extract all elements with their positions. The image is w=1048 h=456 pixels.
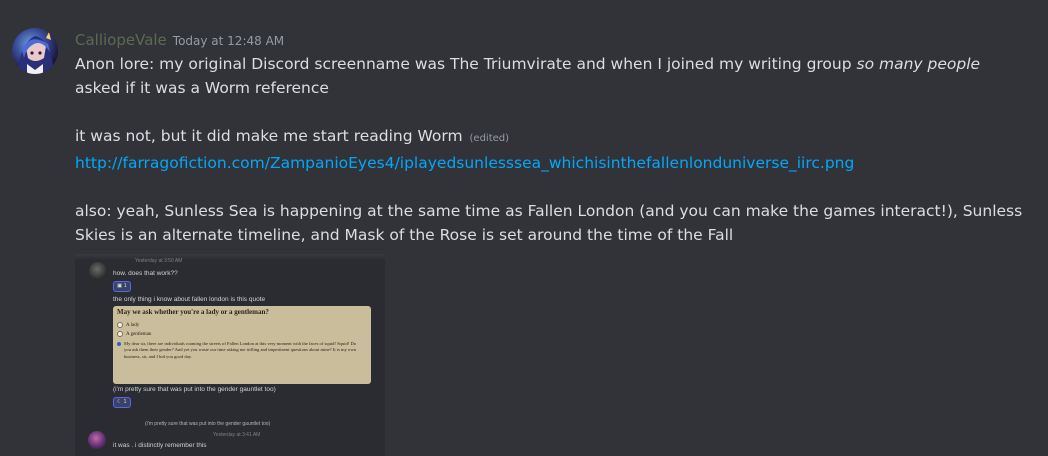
reaction-count-2: 1	[123, 399, 127, 405]
message-line-link: http://farragofiction.com/ZampanioEyes4/…	[75, 151, 1030, 175]
timestamp[interactable]: Today at 12:48 AM	[173, 34, 284, 48]
embed-avatar-2	[88, 431, 106, 449]
line1-text-end: asked if it was a Worm reference	[75, 79, 329, 97]
embed-msg-2: the only thing i know about fallen londo…	[113, 296, 266, 303]
radio-icon	[117, 331, 123, 337]
embed-meta-1: Yesterday at 3:50 AM	[135, 258, 183, 264]
embed-meta-2: Yesterday at 3:41 AM	[213, 432, 261, 438]
radio-selected-icon	[117, 342, 121, 346]
embed-top-strip	[75, 254, 385, 260]
embedded-image[interactable]: Yesterday at 3:50 AM how. does that work…	[75, 254, 385, 456]
moon-icon: ☾	[117, 399, 122, 405]
quiz-option-2: A gentleman	[117, 331, 151, 337]
reaction-count-1: 1	[123, 283, 127, 289]
message-content: Anon lore: my original Discord screennam…	[75, 52, 1030, 247]
quiz-option-3: My dear sir, there are individuals roami…	[117, 341, 364, 360]
embed-reaction-2: ☾ 1	[113, 397, 131, 408]
avatar-portrait-icon	[18, 32, 53, 74]
message-header: CalliopeVale Today at 12:48 AM	[75, 30, 284, 49]
message-link[interactable]: http://farragofiction.com/ZampanioEyes4/…	[75, 154, 854, 172]
edited-label: (edited)	[469, 133, 510, 144]
embed-reaction-1: ▣ 1	[113, 281, 131, 292]
reaction-icon: ▣	[117, 283, 123, 289]
embed-quiz-card: May we ask whether you're a lady or a ge…	[113, 306, 371, 384]
message-line-3: also: yeah, Sunless Sea is happening at …	[75, 202, 1023, 244]
quiz-option-1: A lady	[117, 322, 139, 328]
line1-text: Anon lore: my original Discord screennam…	[75, 55, 857, 73]
embed-msg-4: it was . i distinctly remember this	[113, 442, 207, 449]
quiz-title: May we ask whether you're a lady or a ge…	[117, 308, 269, 316]
radio-icon	[117, 322, 123, 328]
embed-reply-preview: (i'm pretty sure that was put into the g…	[145, 421, 271, 427]
line2-text: it was not, but it did make me start rea…	[75, 127, 463, 145]
embed-msg-1: how. does that work??	[113, 270, 178, 277]
embed-avatar-1	[89, 262, 107, 280]
line1-emphasis: so many people	[856, 55, 981, 73]
username[interactable]: CalliopeVale	[75, 31, 167, 49]
embed-msg-3: (i'm pretty sure that was put into the g…	[113, 386, 276, 393]
message-line-2: it was not, but it did make me start rea…	[75, 124, 1030, 151]
chat-message: CalliopeVale Today at 12:48 AM Anon lore:…	[0, 0, 1048, 456]
message-line-1: Anon lore: my original Discord screennam…	[75, 52, 1030, 100]
user-avatar[interactable]	[12, 28, 58, 74]
